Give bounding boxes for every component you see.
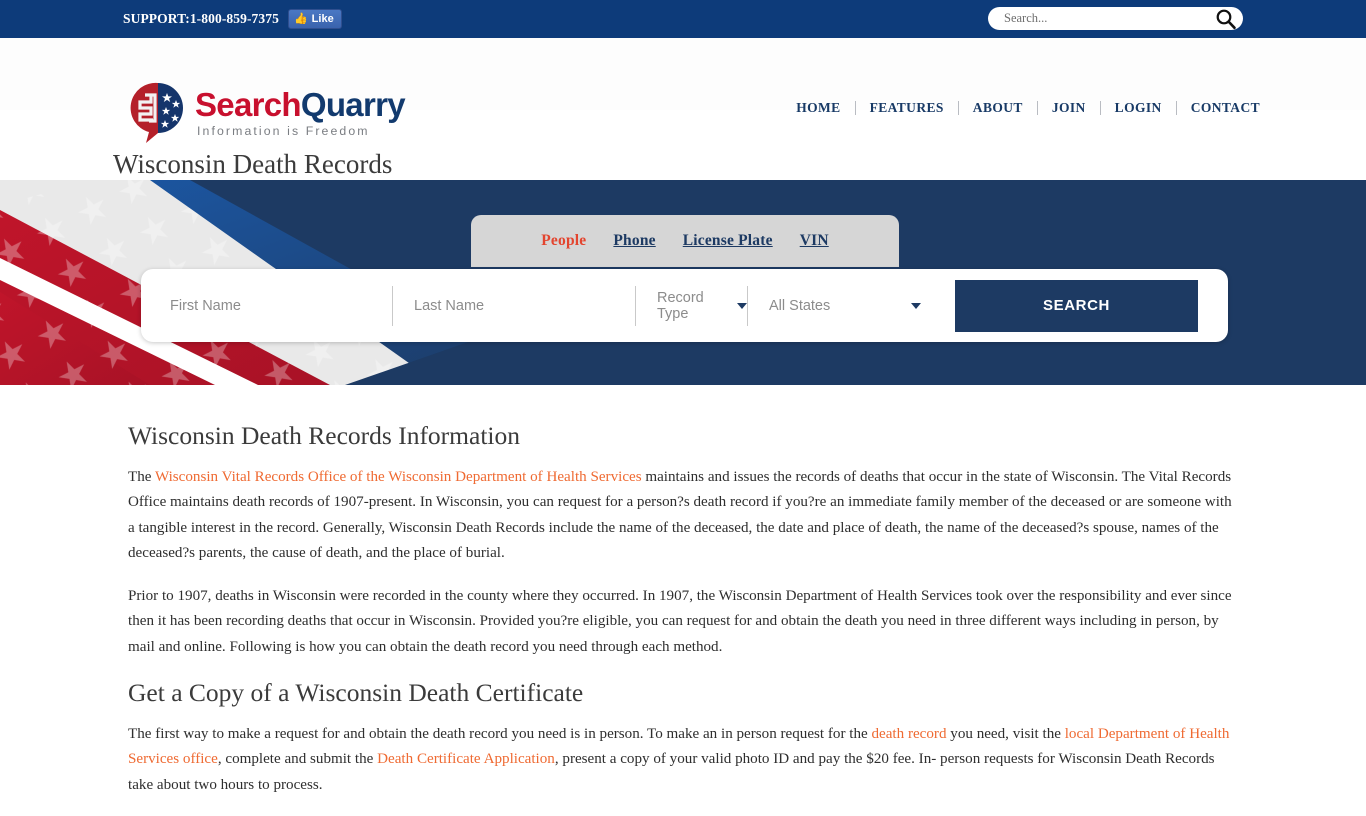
search-submit-button[interactable]: SEARCH	[955, 279, 1198, 332]
site-search-box[interactable]	[988, 7, 1243, 30]
state-dropdown[interactable]: All States	[747, 283, 927, 328]
state-label: All States	[769, 297, 831, 314]
para3-text-3: , complete and submit the	[217, 751, 378, 768]
site-search-submit-button[interactable]	[1213, 6, 1239, 32]
link-wisconsin-vital-records-office[interactable]: Wisconsin Vital Records Office of the Wi…	[155, 469, 642, 485]
paragraph-history: Prior to 1907, deaths in Wisconsin were …	[128, 588, 1232, 655]
magnifier-icon	[1216, 9, 1236, 29]
chevron-down-icon	[911, 302, 921, 309]
nav-item-join[interactable]: JOIN	[1038, 100, 1100, 116]
support-group: SUPPORT:1-800-859-7375 👍 Like	[123, 9, 342, 29]
top-support-bar: SUPPORT:1-800-859-7375 👍 Like	[0, 0, 1366, 38]
record-type-label: Record Type	[657, 289, 704, 322]
people-search-form: Record Type All States SEARCH	[141, 269, 1228, 342]
tab-license-plate[interactable]: License Plate	[683, 232, 773, 250]
nav-item-login[interactable]: LOGIN	[1101, 100, 1176, 116]
logo-word-search: Search	[195, 86, 302, 124]
site-logo[interactable]: SearchQuarry Information is Freedom	[128, 82, 406, 144]
support-phone-text: SUPPORT:1-800-859-7375	[123, 11, 279, 26]
like-button-label: Like	[311, 13, 334, 25]
logo-tagline: Information is Freedom	[197, 124, 370, 139]
para1-pre-text: The	[128, 469, 155, 485]
tab-phone[interactable]: Phone	[613, 232, 655, 250]
logo-wordmark: SearchQuarry	[195, 86, 406, 124]
facebook-like-button[interactable]: 👍 Like	[287, 9, 342, 29]
para3-text-2: you need, visit the	[946, 726, 1065, 743]
nav-item-contact[interactable]: CONTACT	[1177, 100, 1274, 116]
paragraph-overview: The Wisconsin Vital Records Office of th…	[128, 465, 1232, 566]
link-death-certificate-application[interactable]: Death Certificate Application	[377, 751, 555, 767]
section-heading-information: Wisconsin Death Records Information	[128, 421, 521, 450]
tab-people[interactable]: People	[541, 232, 586, 250]
nav-item-about[interactable]: ABOUT	[959, 100, 1037, 116]
paragraph-in-person: The first way to make a request for and …	[128, 722, 1232, 798]
article-content: Wisconsin Death Records Information The …	[0, 385, 1366, 816]
searchquarry-shield-logo-icon	[130, 82, 183, 143]
chevron-down-icon	[737, 302, 747, 309]
first-name-input[interactable]	[148, 285, 392, 326]
site-header: SearchQuarry Information is Freedom HOME…	[0, 38, 1366, 143]
tab-vin[interactable]: VIN	[800, 232, 829, 250]
hero-search-banner: People Phone License Plate VIN Record Ty…	[0, 180, 1366, 385]
last-name-field[interactable]	[392, 283, 635, 328]
page-title: Wisconsin Death Records	[113, 149, 393, 180]
thumbs-up-icon: 👍	[293, 12, 308, 25]
nav-item-home[interactable]: HOME	[782, 100, 854, 116]
last-name-input[interactable]	[392, 285, 635, 326]
para3-text-1: The first way to make a request for and …	[128, 726, 872, 743]
main-navigation: HOME FEATURES ABOUT JOIN LOGIN CONTACT	[782, 100, 1274, 116]
record-type-dropdown[interactable]: Record Type	[635, 283, 747, 328]
first-name-field[interactable]	[148, 283, 392, 328]
section-heading-get-a-copy: Get a Copy of a Wisconsin Death Certific…	[128, 678, 584, 708]
logo-word-quarry: Quarry	[300, 86, 406, 124]
nav-item-features[interactable]: FEATURES	[856, 100, 958, 116]
search-type-tabs: People Phone License Plate VIN	[471, 215, 899, 267]
site-search-input[interactable]	[1002, 9, 1213, 28]
link-death-record[interactable]: death record	[871, 726, 946, 742]
